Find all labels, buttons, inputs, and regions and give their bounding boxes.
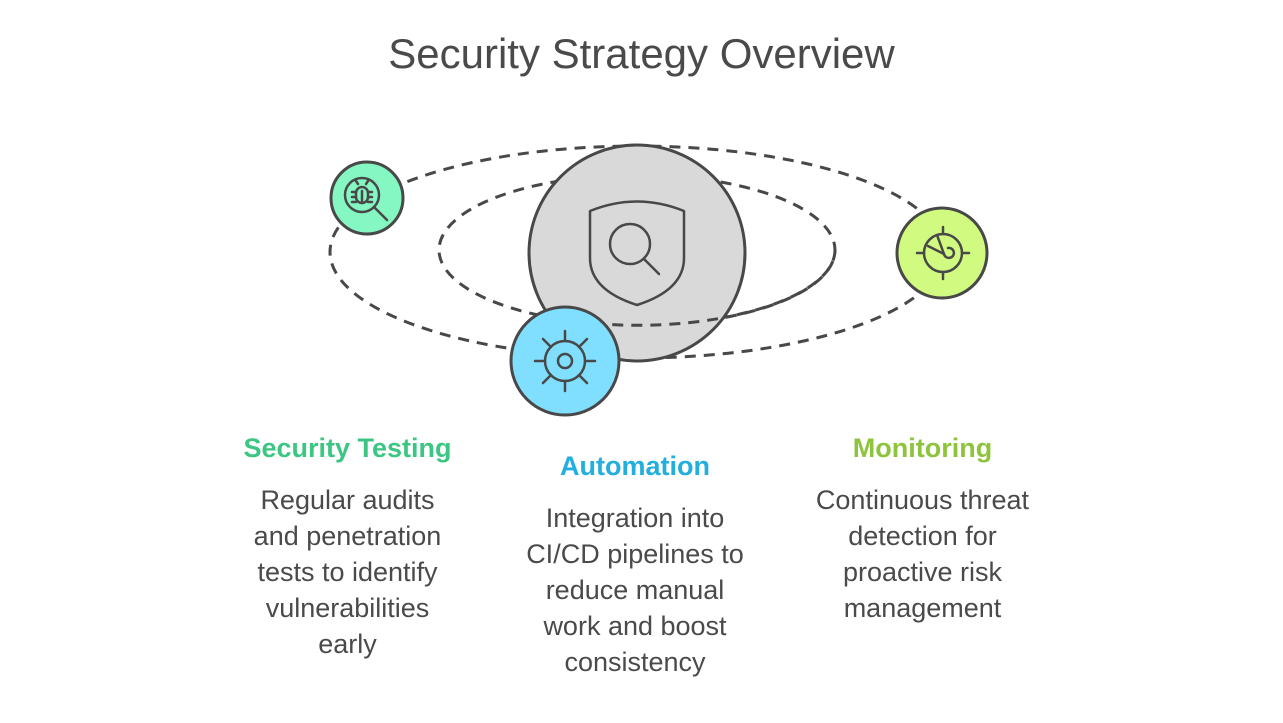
description-line: CI/CD pipelines to	[526, 539, 744, 569]
description-line: tests to identify	[257, 557, 438, 587]
monitoring-block: Monitoring Continuous threat detection f…	[790, 433, 1055, 626]
description-line: proactive risk	[842, 557, 1003, 587]
description-line: reduce manual	[545, 575, 725, 605]
security-testing-heading: Security Testing	[243, 433, 452, 463]
description-line: Continuous threat	[815, 485, 1030, 515]
description-line: Regular audits	[260, 485, 435, 515]
security-testing-node	[329, 160, 405, 236]
description-line: detection for	[848, 521, 997, 551]
description-line: management	[843, 593, 1002, 623]
automation-node	[509, 305, 621, 417]
description-line: early	[318, 629, 377, 659]
description-line: vulnerabilities	[265, 593, 430, 623]
monitoring-node	[895, 206, 989, 300]
automation-block: Automation Integration into CI/CD pipeli…	[500, 451, 770, 680]
automation-description: Integration into CI/CD pipelines to redu…	[500, 500, 770, 680]
monitoring-description: Continuous threat detection for proactiv…	[790, 482, 1055, 626]
monitoring-heading: Monitoring	[852, 433, 993, 463]
security-testing-description: Regular audits and penetration tests to …	[220, 482, 475, 662]
security-testing-block: Security Testing Regular audits and pene…	[220, 433, 475, 662]
description-line: Integration into	[545, 503, 725, 533]
automation-heading: Automation	[560, 451, 710, 481]
description-line: work and boost	[543, 611, 727, 641]
description-line: consistency	[564, 647, 706, 677]
description-line: and penetration	[253, 521, 442, 551]
automation-circle	[509, 305, 621, 417]
